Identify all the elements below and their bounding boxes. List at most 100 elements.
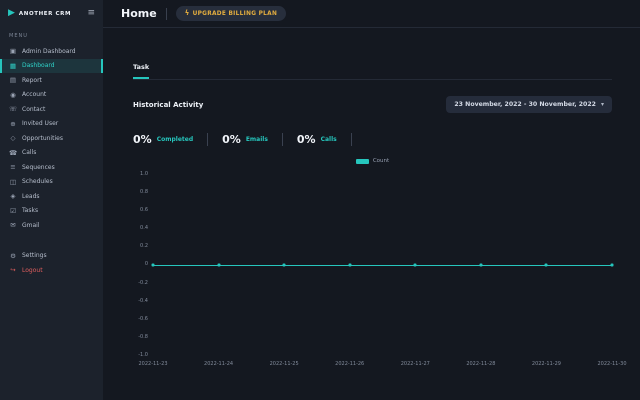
y-tick-label: -0.2 xyxy=(138,281,148,286)
tasks-icon: ☑ xyxy=(9,208,17,215)
sidebar-item-calls[interactable]: ☎Calls xyxy=(0,146,103,161)
sidebar-header: ▶ ANOTHER CRM ≡ xyxy=(0,0,103,25)
x-tick-label: 2022-11-27 xyxy=(401,361,430,367)
app-window: ▶ ANOTHER CRM ≡ MENU ▣ Admin Dashboard ▦Da… xyxy=(0,0,640,400)
sidebar-item-label: Gmail xyxy=(22,222,40,229)
sidebar-item-label: Invited User xyxy=(22,120,58,127)
sidebar-item-invited-user[interactable]: ⊕ Invited User xyxy=(0,117,103,132)
chart-y-axis: 1.0 0.8 0.6 0.4 0.2 0 -0.2 -0.4 -0.6 -0.8 -1.0 xyxy=(133,172,153,358)
chart-legend: Count xyxy=(133,158,612,164)
stat-value: 0% xyxy=(222,133,241,146)
date-range-button[interactable]: 23 November, 2022 - 30 November, 2022 ▾ xyxy=(446,96,612,113)
stat-label: Emails xyxy=(246,136,268,143)
sidebar-item-report[interactable]: ▤ Report xyxy=(0,73,103,88)
admin-dashboard-icon: ▣ xyxy=(9,48,17,55)
y-tick-label: 1.0 xyxy=(140,172,148,177)
sidebar-item-opportunities[interactable]: ◇ Opportunities xyxy=(0,131,103,146)
data-point xyxy=(283,264,286,267)
sidebar-footer: ⚙ Settings ↪ Logout xyxy=(0,249,103,278)
top-bar: Home ϟ UPGRADE BILLING PLAN xyxy=(103,0,640,28)
y-tick-label: 0.4 xyxy=(140,226,148,231)
app-logo-icon: ▶ xyxy=(8,9,15,18)
sidebar-item-sequences[interactable]: ≡ Sequences xyxy=(0,160,103,175)
data-point xyxy=(348,264,351,267)
sidebar: ▶ ANOTHER CRM ≡ MENU ▣ Admin Dashboard ▦Da… xyxy=(0,0,103,400)
sidebar-item-leads[interactable]: ◈Leads xyxy=(0,189,103,204)
stat-completed: 0% Completed xyxy=(133,133,208,146)
sidebar-item-label: Contact xyxy=(22,106,45,113)
sidebar-item-dashboard[interactable]: ▦Dashboard xyxy=(0,59,103,74)
y-tick-label: 0.2 xyxy=(140,244,148,249)
upgrade-billing-label: UPGRADE BILLING PLAN xyxy=(193,11,277,17)
x-tick-label: 2022-11-24 xyxy=(204,361,233,367)
x-tick-label: 2022-11-30 xyxy=(597,361,626,367)
data-point xyxy=(217,264,220,267)
chart-plot-area: 2022-11-232022-11-242022-11-252022-11-26… xyxy=(153,172,612,358)
panel-header: Historical Activity 23 November, 2022 - … xyxy=(133,96,612,113)
sidebar-item-admin-dashboard[interactable]: ▣ Admin Dashboard xyxy=(0,44,103,59)
sidebar-nav: ▣ Admin Dashboard ▦Dashboard ▤ Report ◉Accoun… xyxy=(0,44,103,233)
y-tick-label: -0.8 xyxy=(138,335,148,340)
y-tick-label: 0.6 xyxy=(140,208,148,213)
sidebar-item-label: Opportunities xyxy=(22,135,63,142)
sidebar-item-logout[interactable]: ↪ Logout xyxy=(0,263,103,278)
sidebar-item-label: Admin Dashboard xyxy=(22,48,76,55)
x-tick-label: 2022-11-23 xyxy=(138,361,167,367)
sidebar-item-label: Sequences xyxy=(22,164,55,171)
account-icon: ◉ xyxy=(9,92,17,99)
x-tick-label: 2022-11-25 xyxy=(270,361,299,367)
data-point xyxy=(479,264,482,267)
sidebar-item-schedules[interactable]: ◫ Schedules xyxy=(0,175,103,190)
legend-swatch xyxy=(356,159,369,164)
x-tick-label: 2022-11-28 xyxy=(466,361,495,367)
sequences-icon: ≡ xyxy=(9,164,17,171)
schedules-icon: ◫ xyxy=(9,179,17,186)
sidebar-item-label: Tasks xyxy=(22,207,38,214)
sidebar-item-label: Calls xyxy=(22,149,36,156)
y-tick-label: -0.6 xyxy=(138,317,148,322)
sidebar-item-label: Schedules xyxy=(22,178,53,185)
upgrade-billing-button[interactable]: ϟ UPGRADE BILLING PLAN xyxy=(176,6,286,21)
stats-row: 0% Completed 0% Emails 0%Calls xyxy=(133,133,612,146)
sidebar-item-settings[interactable]: ⚙ Settings xyxy=(0,249,103,264)
y-tick-label: 0.8 xyxy=(140,190,148,195)
stat-calls: 0%Calls xyxy=(297,133,352,146)
data-point xyxy=(152,264,155,267)
stat-label: Completed xyxy=(157,136,193,143)
data-point xyxy=(414,264,417,267)
header-divider xyxy=(166,8,167,20)
main-area: Home ϟ UPGRADE BILLING PLAN Task Histori… xyxy=(103,0,640,400)
stat-value: 0% xyxy=(133,133,152,146)
menu-toggle-icon[interactable]: ≡ xyxy=(87,9,95,18)
lightning-icon: ϟ xyxy=(185,10,190,17)
report-icon: ▤ xyxy=(9,77,17,84)
gear-icon: ⚙ xyxy=(9,253,17,260)
contact-icon: ☏ xyxy=(9,106,17,113)
data-point xyxy=(611,264,614,267)
stat-emails: 0% Emails xyxy=(222,133,283,146)
logo-text: ANOTHER CRM xyxy=(19,11,84,17)
y-tick-label: -1.0 xyxy=(138,353,148,358)
activity-chart: 1.0 0.8 0.6 0.4 0.2 0 -0.2 -0.4 -0.6 -0.8 -1.0 202… xyxy=(133,172,612,358)
panel-title: Historical Activity xyxy=(133,101,203,109)
invited-user-icon: ⊕ xyxy=(9,121,17,128)
sidebar-item-tasks[interactable]: ☑ Tasks xyxy=(0,204,103,219)
sidebar-item-label: Logout xyxy=(22,267,43,274)
chevron-down-icon: ▾ xyxy=(601,102,604,108)
sidebar-item-contact[interactable]: ☏ Contact xyxy=(0,102,103,117)
sidebar-item-label: Dashboard xyxy=(22,62,55,69)
y-tick-label: 0 xyxy=(145,262,148,267)
logout-icon: ↪ xyxy=(9,267,17,274)
tab-task[interactable]: Task xyxy=(133,63,149,79)
leads-icon: ◈ xyxy=(9,193,17,200)
sidebar-item-gmail[interactable]: ✉Gmail xyxy=(0,218,103,233)
date-range-label: 23 November, 2022 - 30 November, 2022 xyxy=(454,101,596,108)
content-area: Task Historical Activity 23 November, 20… xyxy=(103,28,640,400)
sidebar-item-account[interactable]: ◉Account xyxy=(0,88,103,103)
sidebar-item-label: Report xyxy=(22,77,42,84)
menu-section-label: MENU xyxy=(0,25,103,44)
sidebar-item-label: Settings xyxy=(22,252,47,259)
opportunities-icon: ◇ xyxy=(9,135,17,142)
chart-x-axis: 2022-11-232022-11-242022-11-252022-11-26… xyxy=(153,361,612,371)
y-tick-label: -0.4 xyxy=(138,299,148,304)
